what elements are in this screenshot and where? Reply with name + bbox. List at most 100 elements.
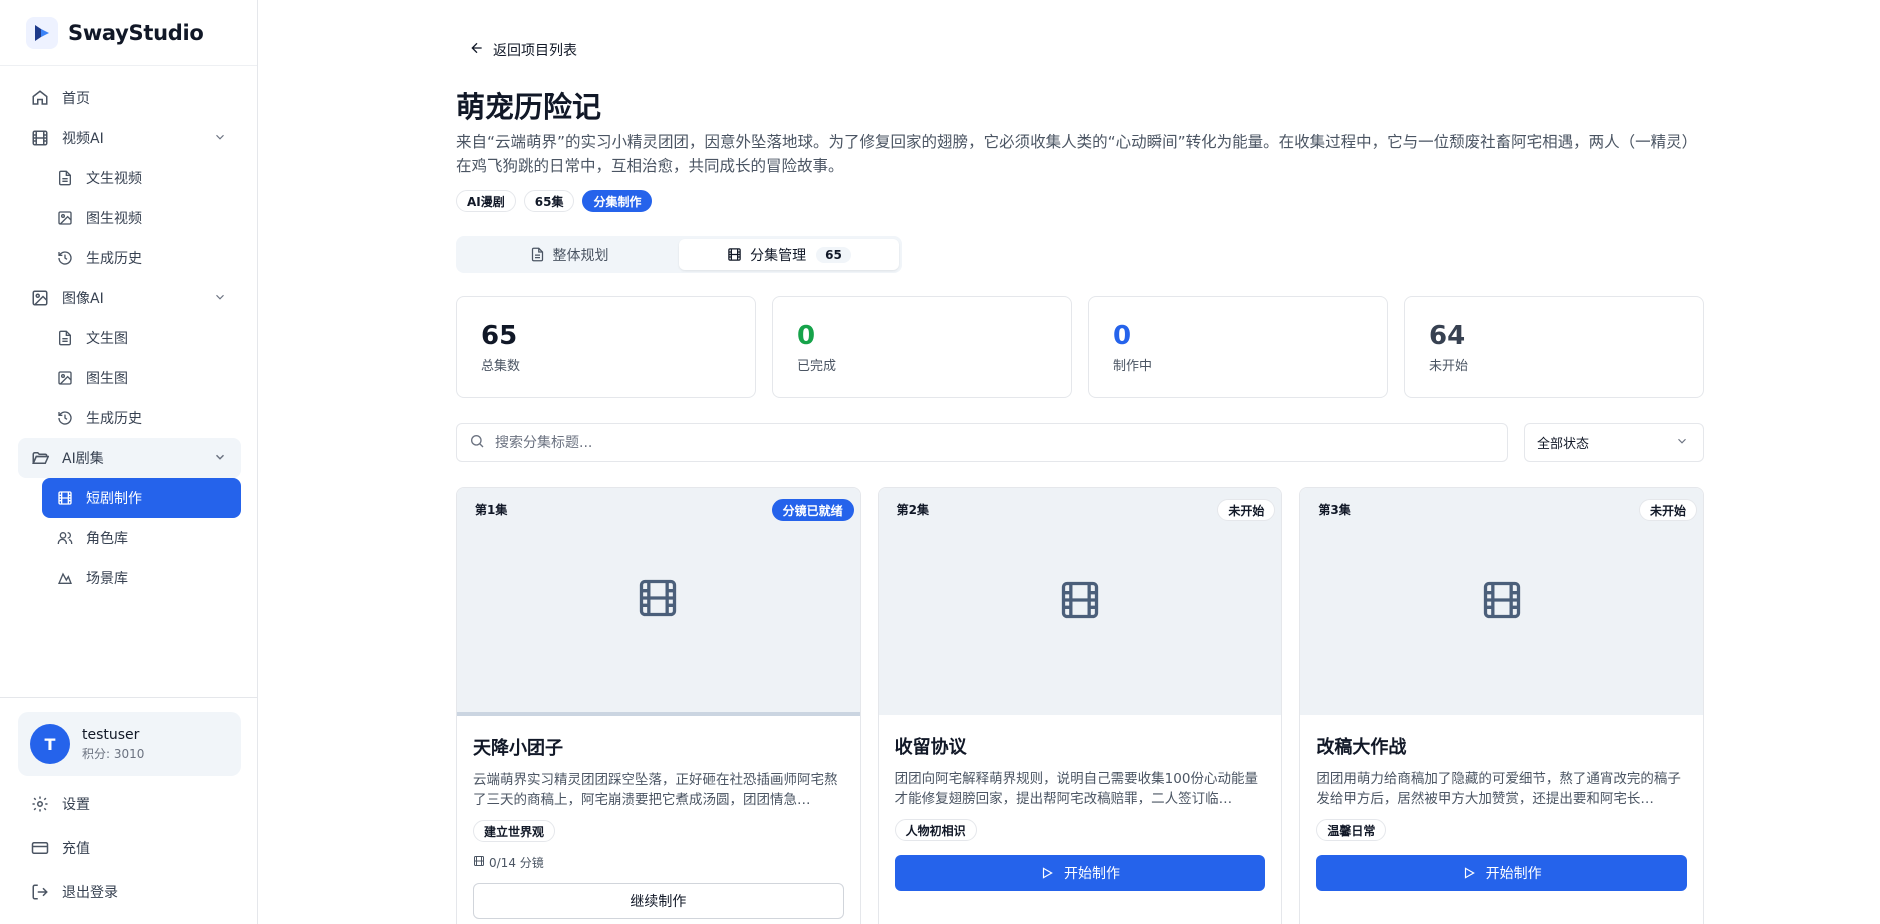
logout-label: 退出登录 [62,885,118,901]
stat-value: 65 [481,321,518,351]
continue-button[interactable]: 继续制作 [473,883,844,919]
user-card[interactable]: T testuser 积分: 3010 [18,712,241,776]
sidebar-nav: 首页 视频AI 文生视频 图生视频 生成历史 图像AI 文生图 图生图 生成历史… [0,66,257,697]
sidebar-item-image-to-image[interactable]: 图生图 [42,358,241,398]
image-icon [56,209,74,227]
app-name: SwayStudio [68,20,204,45]
stat-label: 总集数 [481,359,521,374]
sidebar-item-label: 图生视频 [86,211,142,227]
status-filter-value: 全部状态 [1537,437,1590,452]
page-title: 萌宠历险记 [456,90,602,124]
project-tags: AI漫剧 65集 分集制作 [456,190,653,212]
episode-title: 改稿大作战 [1316,737,1407,758]
episode-body: 改稿大作战 团团用萌力给商稿加了隐藏的可爱细节，熬了通宵改完的稿子发给甲方后，居… [1300,715,1703,891]
episode-number: 第1集 [475,503,508,517]
episode-description: 云端萌界实习精灵团团踩空坠落，正好砸在社恐插画师阿宅熬了三天的商稿上，阿宅崩溃要… [473,772,838,808]
film-icon [30,128,50,148]
chevron-down-icon [213,450,227,468]
status-filter-select[interactable]: 全部状态 [1524,423,1704,462]
stat-value: 0 [797,321,816,351]
gear-icon [30,794,50,814]
sidebar-item-label: 场景库 [86,571,128,587]
avatar: T [30,724,70,764]
status-badge: 未开始 [1217,499,1276,521]
project-tabs: 整体规划 分集管理 65 [456,236,902,273]
sidebar-item-label: 生成历史 [86,251,142,267]
sidebar-item-label: 图生图 [86,371,128,387]
sidebar-item-scenes[interactable]: 场景库 [42,558,241,598]
episode-number: 第2集 [896,503,930,517]
back-to-projects-link[interactable]: 返回项目列表 [469,40,577,60]
episode-card[interactable]: 第1集 分镜已就绪 天降小团子 云端萌界实习精灵团团踩空坠落，正好砸在社恐插画师… [456,487,861,924]
sidebar-item-label: 图像AI [62,291,104,307]
chevron-down-icon [1675,434,1689,452]
episode-thumbnail: 第3集 未开始 [1300,488,1704,715]
stats-row: 65 总集数 0 已完成 0 制作中 64 未开始 [456,296,1704,398]
sidebar-item-text-to-image[interactable]: 文生图 [42,318,241,358]
episode-description: 团团用萌力给商稿加了隐藏的可爱细节，熬了通宵改完的稿子发给甲方后，居然被甲方大加… [1316,771,1681,807]
mountain-icon [56,569,74,587]
search-input[interactable] [495,434,1395,451]
sidebar-item-label: 首页 [62,91,90,107]
episode-number: 第3集 [1318,503,1351,517]
stat-value: 0 [1113,321,1132,351]
settings-label: 设置 [62,797,90,813]
sidebar-item-drama-ai[interactable]: AI剧集 [18,438,241,478]
file-text-icon [56,169,74,187]
users-icon [56,529,74,547]
episode-tag: 温馨日常 [1316,819,1387,841]
stat-label: 已完成 [797,359,837,374]
project-description: 来自“云端萌界”的实习小精灵团团，因意外坠落地球。为了修复回家的翅膀，它必须收集… [456,133,1698,175]
sidebar-item-text-to-video[interactable]: 文生视频 [42,158,241,198]
recharge-button[interactable]: 充值 [18,826,241,870]
history-icon [56,249,74,267]
settings-button[interactable]: 设置 [18,782,241,826]
tab-episodes[interactable]: 分集管理 65 [679,239,899,270]
back-label: 返回项目列表 [493,43,577,59]
user-info: testuser 积分: 3010 [82,727,144,762]
episode-body: 天降小团子 云端萌界实习精灵团团踩空坠落，正好砸在社恐插画师阿宅熬了三天的商稿上… [457,716,860,919]
image-icon [30,288,50,308]
sidebar-item-label: AI剧集 [62,451,104,467]
episode-grid: 第1集 分镜已就绪 天降小团子 云端萌界实习精灵团团踩空坠落，正好砸在社恐插画师… [456,487,1705,924]
home-icon [30,88,50,108]
tag-mode: 分集制作 [582,190,653,212]
file-text-icon [56,329,74,347]
sidebar-item-video-ai[interactable]: 视频AI [18,118,241,158]
sidebar-item-characters[interactable]: 角色库 [42,518,241,558]
storyboard-progress: 0/14 分镜 [473,854,844,871]
logout-icon [30,882,50,902]
recharge-label: 充值 [62,841,90,857]
brand[interactable]: SwayStudio [0,0,257,66]
start-button[interactable]: 开始制作 [1316,855,1688,891]
sidebar-item-image-to-video[interactable]: 图生视频 [42,198,241,238]
episode-title: 天降小团子 [473,738,563,759]
stat-completed: 0 已完成 [772,296,1072,398]
sidebar-item-video-history[interactable]: 生成历史 [42,238,241,278]
sidebar-item-image-ai[interactable]: 图像AI [18,278,241,318]
sidebar-item-label: 生成历史 [86,411,142,427]
sidebar-item-short-drama[interactable]: 短剧制作 [42,478,241,518]
user-name: testuser [82,726,140,743]
tab-label: 分集管理 [750,247,807,264]
sidebar-item-image-history[interactable]: 生成历史 [42,398,241,438]
logo-icon [26,16,58,49]
start-button[interactable]: 开始制作 [894,855,1266,891]
episode-card[interactable]: 第3集 未开始 改稿大作战 团团用萌力给商稿加了隐藏的可爱细节，熬了通宵改完的稿… [1299,487,1705,924]
file-text-icon [530,247,545,262]
episode-card[interactable]: 第2集 未开始 收留协议 团团向阿宅解释萌界规则，说明自己需要收集100份心动能… [877,487,1283,924]
tag-type: AI漫剧 [456,190,516,212]
image-icon [56,369,74,387]
stat-in-progress: 0 制作中 [1088,296,1388,398]
episode-description: 团团向阿宅解释萌界规则，说明自己需要收集100份心动能量才能修复翅膀回家，提出帮… [894,771,1258,807]
logout-button[interactable]: 退出登录 [18,870,241,914]
tab-count-badge: 65 [816,246,851,263]
search-box [456,423,1508,462]
sidebar-item-home[interactable]: 首页 [18,78,241,118]
episode-title: 收留协议 [894,737,967,758]
film-icon [1058,578,1102,626]
tab-overview[interactable]: 整体规划 [459,239,679,270]
film-icon [56,489,74,507]
stat-not-started: 64 未开始 [1404,296,1704,398]
sidebar-item-label: 短剧制作 [86,491,142,507]
